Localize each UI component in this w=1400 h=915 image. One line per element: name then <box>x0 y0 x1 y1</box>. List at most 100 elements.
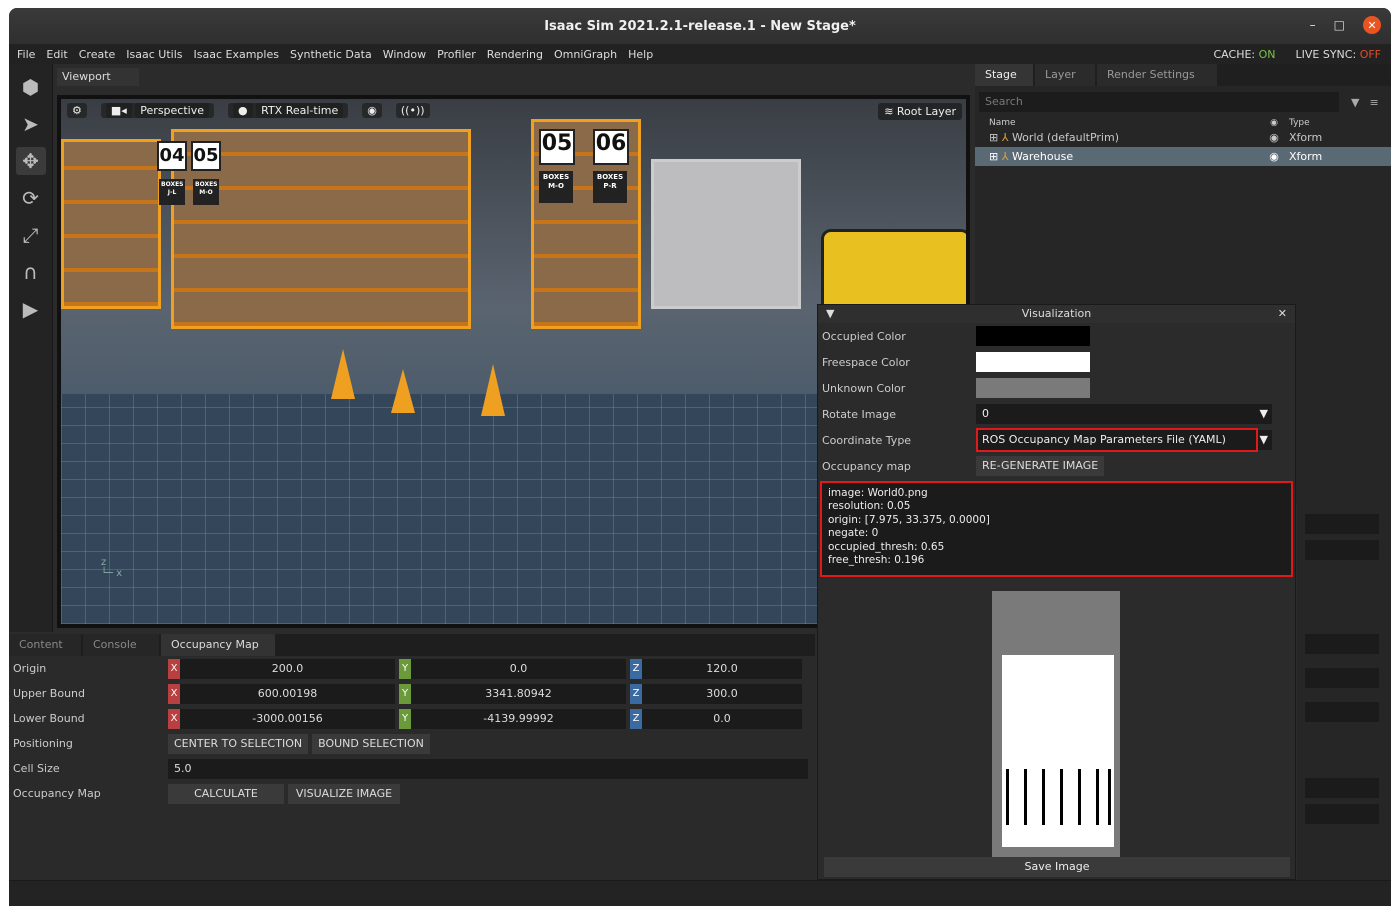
rotate-image-row: Rotate Image 0 ▼ <box>818 401 1295 427</box>
menu-profiler[interactable]: Profiler <box>437 48 476 61</box>
upper-bound-row: Upper Bound X 600.00198 Y 3341.80942 Z 300.… <box>9 681 815 706</box>
save-image-button[interactable]: Save Image <box>824 857 1290 877</box>
renderer-menu[interactable]: ● RTX Real-time <box>228 103 349 118</box>
camera-menu[interactable]: ■◂ Perspective <box>100 103 215 118</box>
visualize-image-button[interactable]: VISUALIZE IMAGE <box>288 783 400 804</box>
property-dropdown[interactable] <box>1305 668 1379 688</box>
tab-occupancy-map[interactable]: Occupancy Map <box>161 634 275 656</box>
select-arrow-icon[interactable]: ➤ <box>16 110 46 138</box>
minimize-button[interactable]: – <box>1310 18 1316 32</box>
move-icon[interactable]: ✥ <box>15 147 46 175</box>
scale-icon[interactable]: ⤢ <box>16 221 46 249</box>
traffic-cone <box>331 349 355 399</box>
property-field[interactable] <box>1305 514 1379 534</box>
play-icon[interactable]: ▶ <box>16 295 46 323</box>
light-bulb-icon: ● <box>233 103 253 118</box>
origin-y-input[interactable]: 0.0 <box>411 658 626 679</box>
close-window-button[interactable]: ✕ <box>1363 16 1381 34</box>
lower-z-input[interactable]: 0.0 <box>642 708 802 729</box>
menu-file[interactable]: File <box>17 48 35 61</box>
viewport-tab[interactable]: Viewport <box>57 68 139 86</box>
property-dropdown[interactable] <box>1305 702 1379 722</box>
wireless-icon[interactable]: ((•)) <box>395 103 430 118</box>
select-cube-icon[interactable]: ⬢ <box>16 73 46 101</box>
tab-render-settings[interactable]: Render Settings <box>1097 64 1217 86</box>
axis-y-label: Y <box>399 683 411 704</box>
lower-x-input[interactable]: -3000.00156 <box>180 708 395 729</box>
visibility-eye-icon: ◉ <box>1270 118 1278 128</box>
upper-z-input[interactable]: 300.0 <box>642 683 802 704</box>
settings-gear-icon[interactable]: ⚙ <box>67 103 87 118</box>
cache-label: CACHE: <box>1213 47 1256 61</box>
menu-window[interactable]: Window <box>383 48 426 61</box>
left-toolbar: ⬢ ➤ ✥ ⟳ ⤢ ∩ ▶ <box>9 64 53 632</box>
tree-row-label: Warehouse <box>1011 150 1074 163</box>
menu-rendering[interactable]: Rendering <box>487 48 543 61</box>
menu-create[interactable]: Create <box>79 48 116 61</box>
upper-x-input[interactable]: 600.00198 <box>180 683 395 704</box>
visibility-eye-icon[interactable]: ◉ <box>362 103 382 118</box>
tab-console[interactable]: Console <box>83 634 159 656</box>
column-name[interactable]: Name <box>989 118 1259 128</box>
lower-y-input[interactable]: -4139.99992 <box>411 708 626 729</box>
property-dropdown[interactable] <box>1305 778 1379 798</box>
cell-size-label: Cell Size <box>13 762 60 775</box>
rotate-icon[interactable]: ⟳ <box>16 184 46 212</box>
property-dropdown[interactable] <box>1305 804 1379 824</box>
boxes-label-p-r: BOXES P-R <box>593 171 627 203</box>
coordinate-type-select[interactable]: ROS Occupancy Map Parameters File (YAML)… <box>976 428 1272 452</box>
close-icon[interactable]: ✕ <box>1278 305 1287 323</box>
property-field[interactable] <box>1305 634 1379 654</box>
menu-omnigraph[interactable]: OmniGraph <box>554 48 617 61</box>
unknown-color-row: Unknown Color <box>818 375 1295 401</box>
menu-synthetic-data[interactable]: Synthetic Data <box>290 48 372 61</box>
visibility-toggle-icon[interactable]: ◉ <box>1259 150 1289 163</box>
maximize-button[interactable]: □ <box>1334 18 1345 32</box>
menu-isaac-examples[interactable]: Isaac Examples <box>194 48 279 61</box>
filter-icon[interactable]: ▼ <box>1351 96 1359 109</box>
boxes-label-m-o: BOXES M-O <box>539 171 573 203</box>
map-obstacle <box>1078 769 1081 825</box>
tree-row-world[interactable]: ⊞ ⅄ World (defaultPrim) ◉ Xform <box>975 128 1391 147</box>
property-field[interactable] <box>1305 540 1379 560</box>
cache-status[interactable]: CACHE: ON <box>1214 48 1276 61</box>
rotate-image-select[interactable]: 0 ▼ <box>976 404 1272 424</box>
occupied-color-swatch[interactable] <box>976 326 1090 346</box>
tab-stage[interactable]: Stage <box>975 64 1033 86</box>
snap-magnet-icon[interactable]: ∩ <box>16 258 46 286</box>
column-type[interactable]: Type <box>1289 118 1379 128</box>
occupancy-map-row: Occupancy Map CALCULATE VISUALIZE IMAGE <box>9 781 815 806</box>
root-layer-button[interactable]: ≋ Root Layer <box>878 103 962 120</box>
menu-isaac-utils[interactable]: Isaac Utils <box>126 48 182 61</box>
options-menu-icon[interactable]: ≡ <box>1369 96 1378 109</box>
axis-z-label: Z <box>630 708 642 729</box>
live-sync-status[interactable]: LIVE SYNC: OFF <box>1296 48 1381 61</box>
unknown-color-swatch[interactable] <box>976 378 1090 398</box>
menu-help[interactable]: Help <box>628 48 653 61</box>
rotate-image-label: Rotate Image <box>822 407 896 421</box>
origin-x-input[interactable]: 200.0 <box>180 658 395 679</box>
occupancy-map-preview <box>992 591 1120 859</box>
bound-selection-button[interactable]: BOUND SELECTION <box>312 733 430 754</box>
stage-search-input[interactable]: Search <box>979 92 1339 112</box>
calculate-button[interactable]: CALCULATE <box>168 783 284 804</box>
expand-plus-icon[interactable]: ⊞ <box>989 131 998 144</box>
aisle-sign-04: 04 <box>157 141 187 171</box>
origin-z-input[interactable]: 120.0 <box>642 658 802 679</box>
collapse-triangle-icon[interactable]: ▼ <box>826 305 834 323</box>
menu-edit[interactable]: Edit <box>46 48 67 61</box>
tab-layer[interactable]: Layer <box>1035 64 1095 86</box>
tab-content[interactable]: Content <box>9 634 81 656</box>
upper-y-input[interactable]: 3341.80942 <box>411 683 626 704</box>
center-to-selection-button[interactable]: CENTER TO SELECTION <box>168 733 309 754</box>
bottom-panel: Content Console Occupancy Map Origin X 20… <box>9 634 815 906</box>
occupied-color-row: Occupied Color <box>818 323 1295 349</box>
visibility-toggle-icon[interactable]: ◉ <box>1259 131 1289 144</box>
regenerate-image-button[interactable]: RE-GENERATE IMAGE <box>976 456 1105 476</box>
yaml-output-textarea[interactable]: image: World0.png resolution: 0.05 origi… <box>820 481 1293 577</box>
map-obstacle <box>1060 769 1063 825</box>
expand-plus-icon[interactable]: ⊞ <box>989 150 998 163</box>
freespace-color-swatch[interactable] <box>976 352 1090 372</box>
tree-row-warehouse[interactable]: ⊞ ⅄ Warehouse ◉ Xform <box>975 147 1391 166</box>
cell-size-input[interactable]: 5.0 <box>168 758 808 779</box>
